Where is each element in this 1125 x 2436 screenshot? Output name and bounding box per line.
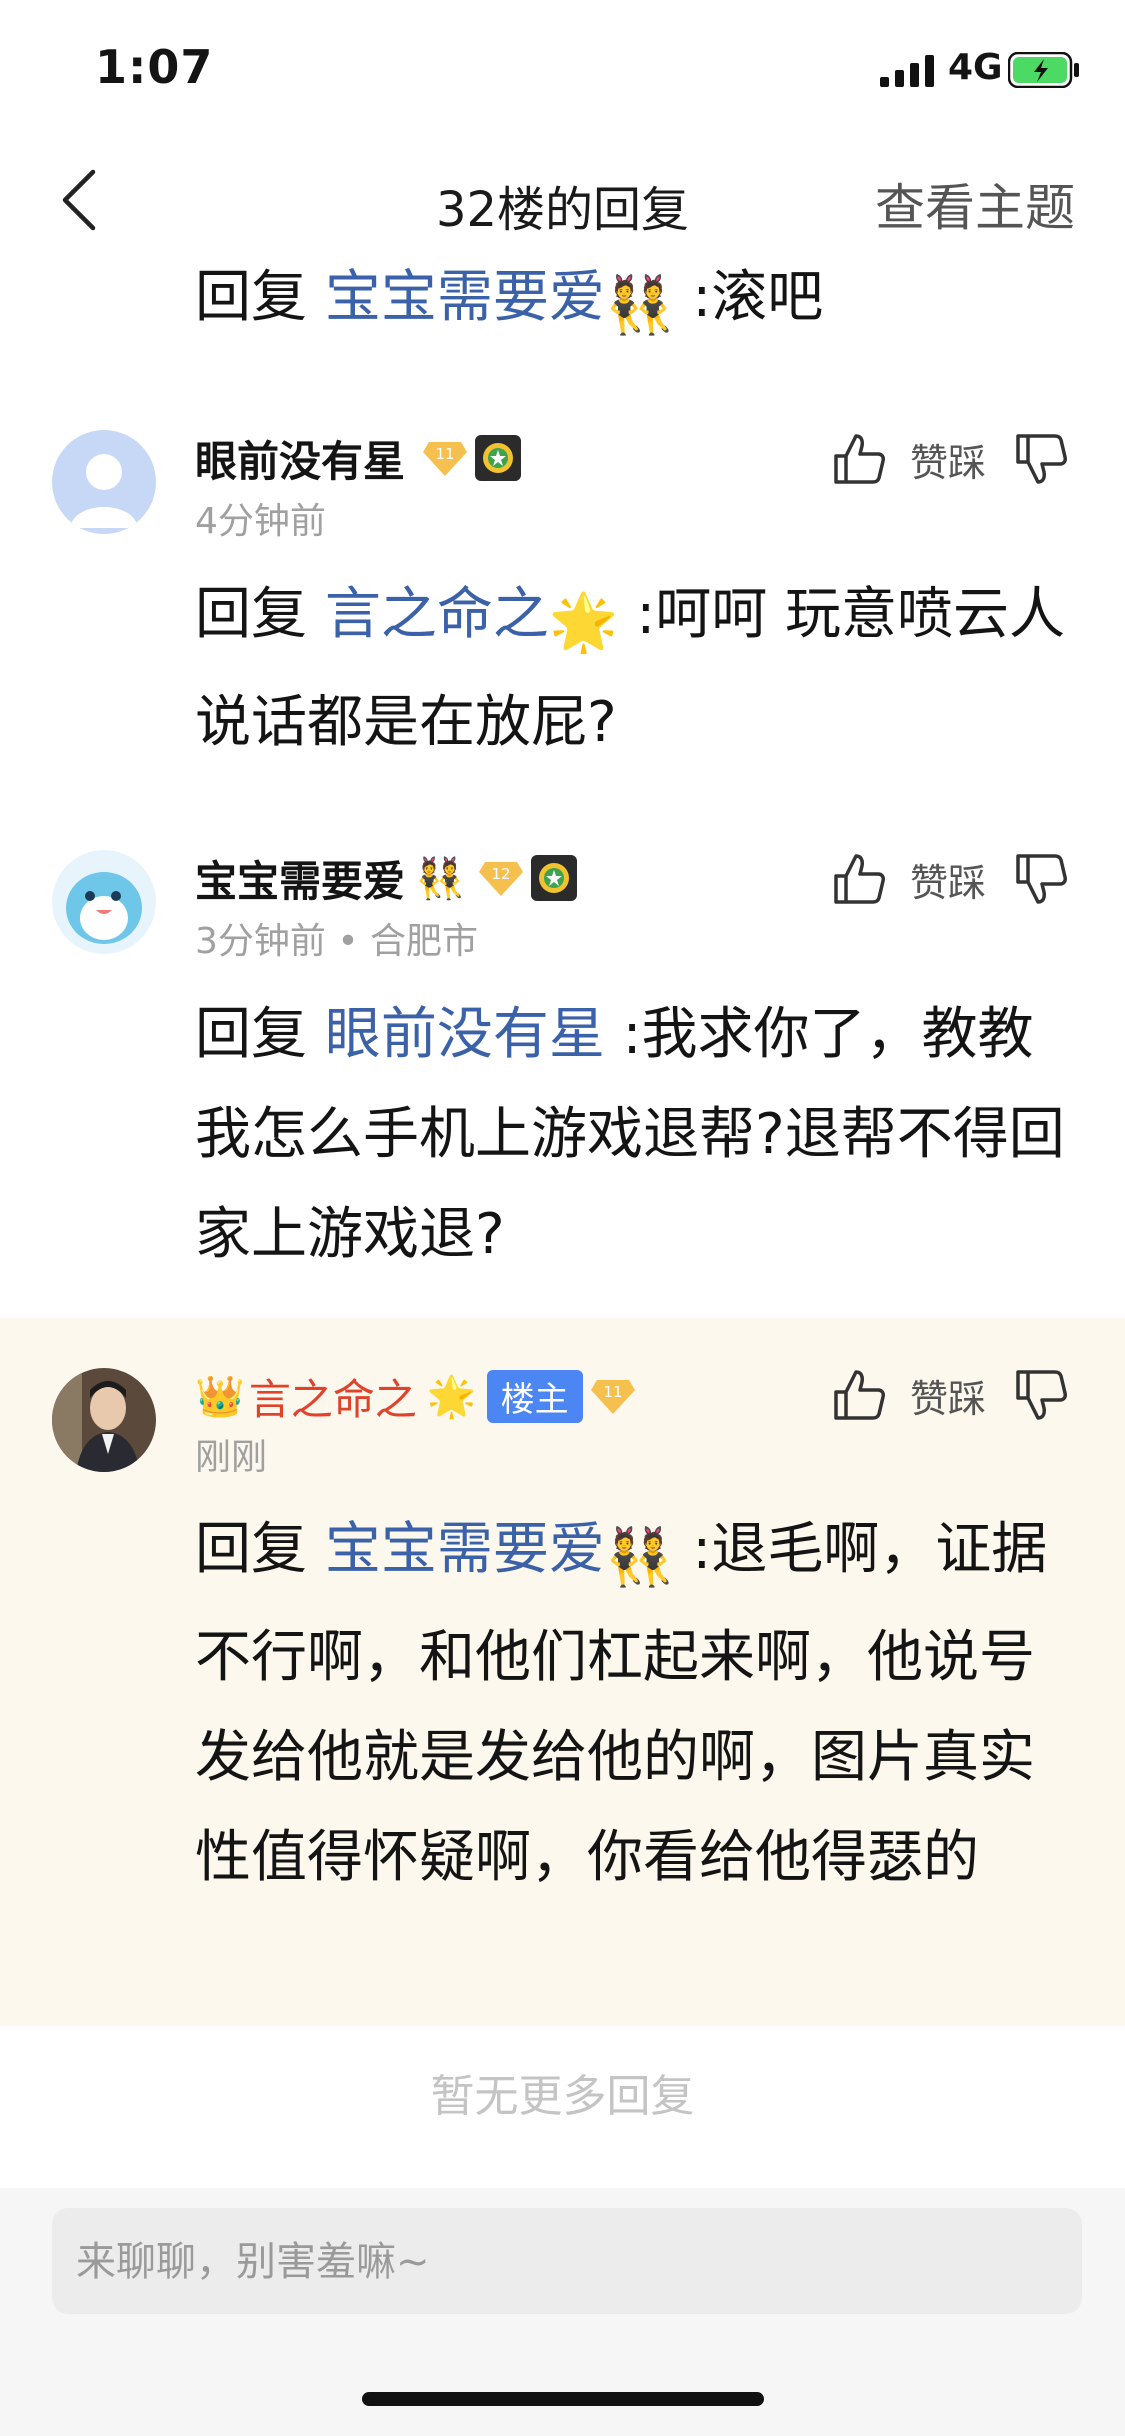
thumbs-down-icon[interactable]: [1012, 850, 1070, 908]
vote-label: 赞踩: [910, 1376, 987, 1421]
reply-prefix: 回复: [195, 1517, 325, 1582]
timestamp: 4分钟前: [195, 501, 326, 542]
medal-icon: [530, 855, 577, 901]
thumbs-up-icon[interactable]: [830, 1366, 888, 1424]
glowing-star-emoji: 🌟: [426, 1373, 477, 1420]
no-more-replies: 暂无更多回复: [430, 2071, 695, 2122]
partial-reply: 回复 宝宝需要爱👯 :滚吧: [195, 248, 1055, 356]
default-avatar-icon: [52, 430, 156, 534]
mention-link[interactable]: 眼前没有星: [325, 1002, 605, 1067]
photo-avatar-icon: [52, 1368, 156, 1472]
level-number: 12: [491, 865, 510, 883]
reply-text: :滚吧: [674, 265, 824, 330]
level-badge: 11: [423, 438, 468, 478]
network-label: 4G: [948, 47, 1003, 88]
comment-body: 回复 宝宝需要爱👯 :退毛啊，证据不行啊，和他们杠起来啊，他说号发给他就是发给他…: [195, 1500, 1075, 1908]
signal-icon: [880, 55, 934, 87]
mention-link[interactable]: 言之命之: [325, 582, 549, 647]
dancers-emoji: 👯: [604, 1525, 675, 1590]
nav-bar: 32楼的回复 查看主题: [0, 150, 1125, 250]
back-arrow-icon[interactable]: [55, 168, 105, 232]
username[interactable]: 眼前没有星: [195, 428, 405, 489]
thumbs-down-icon[interactable]: [1012, 430, 1070, 488]
dancers-emoji: 👯: [415, 855, 465, 902]
page-title: 32楼的回复: [435, 182, 690, 238]
reply-prefix: 回复: [195, 265, 325, 330]
level-badge: 11: [590, 1376, 635, 1416]
status-time: 1:07: [95, 40, 214, 94]
thumbs-up-icon[interactable]: [830, 850, 888, 908]
level-badge: 12: [478, 858, 523, 898]
level-number: 11: [603, 1383, 622, 1401]
view-topic-link[interactable]: 查看主题: [875, 168, 1075, 240]
comment-body: 回复 眼前没有星 :我求你了，教教我怎么手机上游戏退帮?退帮不得回家上游戏退?: [195, 985, 1075, 1285]
dancers-emoji: 👯: [604, 273, 675, 338]
home-indicator[interactable]: [362, 2392, 764, 2406]
battery-charging-icon: [1008, 52, 1079, 88]
avatar[interactable]: [52, 850, 156, 954]
comment-input[interactable]: [74, 2208, 1058, 2316]
timestamp: 刚刚: [195, 1437, 268, 1478]
medal-icon: [475, 435, 522, 481]
timestamp: 3分钟前: [195, 921, 326, 962]
status-bar: 1:07 4G: [0, 0, 1125, 140]
vote-label: 赞踩: [910, 860, 987, 905]
level-number: 11: [435, 445, 454, 463]
thumbs-up-icon[interactable]: [830, 430, 888, 488]
owner-tag: 楼主: [486, 1369, 583, 1423]
comment-input-box[interactable]: [52, 2208, 1082, 2316]
mention-link[interactable]: 宝宝需要爱: [325, 265, 605, 330]
glowing-star-emoji: 🌟: [548, 590, 619, 655]
avatar[interactable]: [52, 430, 156, 534]
reply-prefix: 回复: [195, 582, 325, 647]
mention-link[interactable]: 宝宝需要爱: [325, 1517, 605, 1582]
comment-body: 回复 言之命之🌟 :呵呵 玩意喷云人说话都是在放屁?: [195, 565, 1075, 773]
username[interactable]: 言之命之: [249, 1366, 417, 1427]
penguin-avatar-icon: [52, 850, 156, 954]
username[interactable]: 宝宝需要爱: [195, 848, 405, 909]
crown-emoji: 👑: [195, 1373, 245, 1420]
thumbs-down-icon[interactable]: [1012, 1366, 1070, 1424]
vote-label: 赞踩: [910, 440, 987, 485]
avatar[interactable]: [52, 1368, 156, 1472]
location: • 合肥市: [337, 921, 479, 962]
reply-prefix: 回复: [195, 1002, 325, 1067]
